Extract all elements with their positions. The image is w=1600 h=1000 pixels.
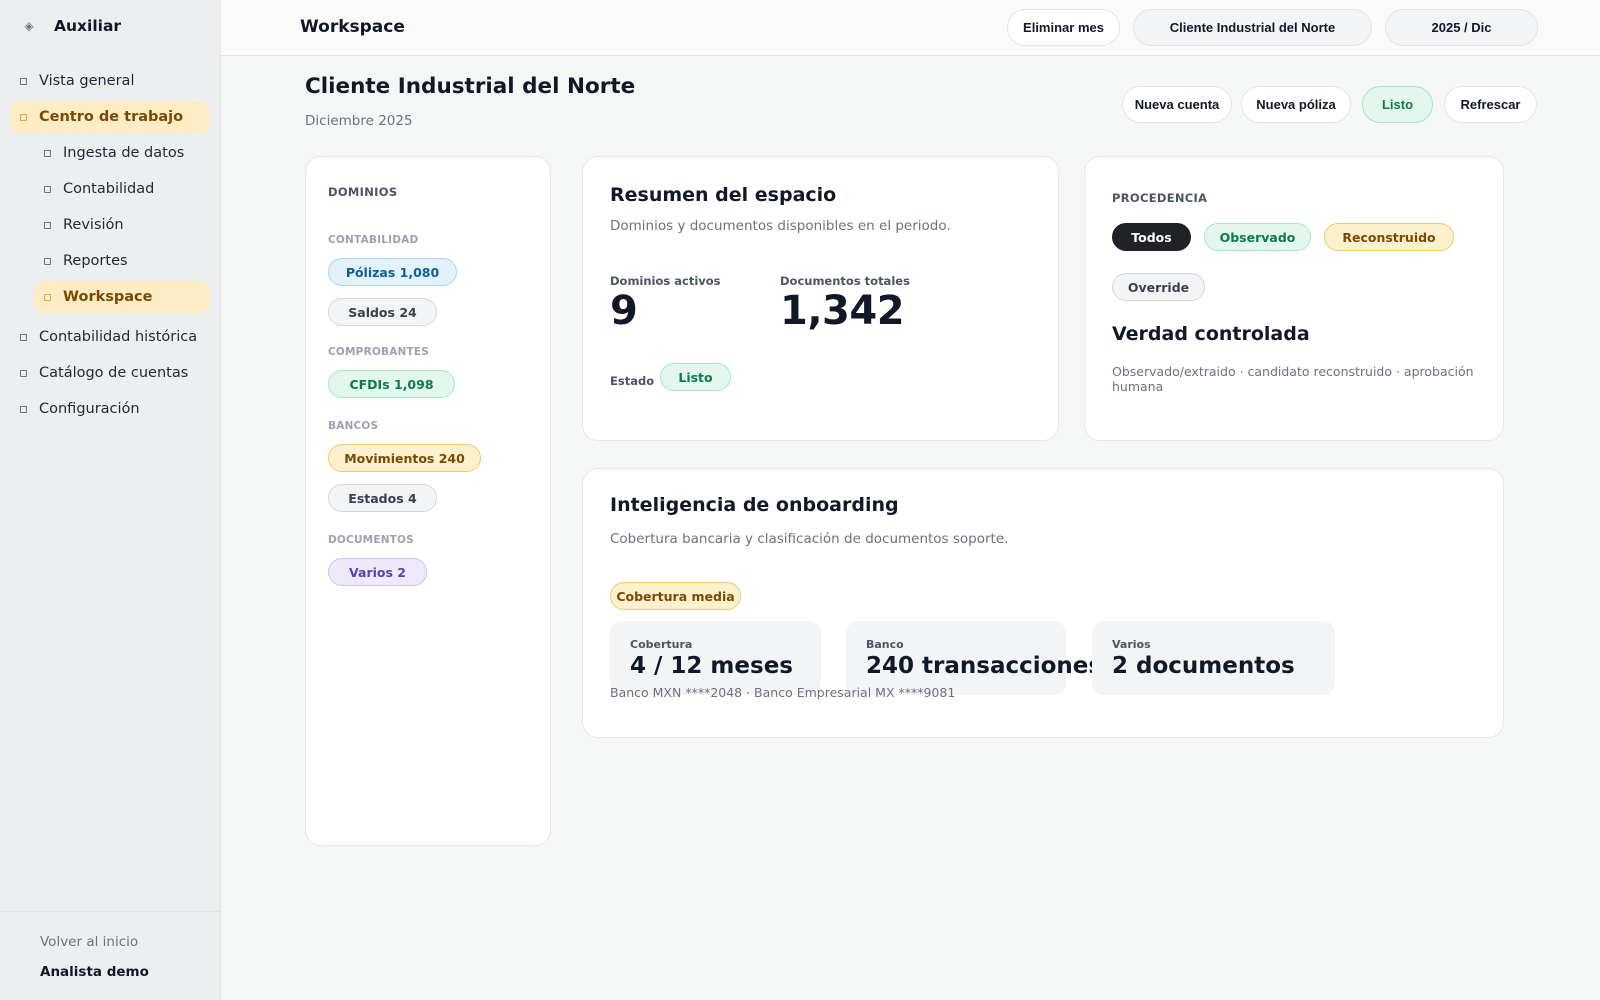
square-bullet-icon [44, 221, 51, 229]
filter-reconstruido[interactable]: Reconstruido [1324, 223, 1454, 251]
provenance-card: PROCEDENCIA Todos Observado Reconstruido… [1084, 156, 1504, 441]
bank-value: 240 transacciones [866, 653, 1103, 679]
active-domains-label: Dominios activos [610, 274, 721, 288]
sidebar-item-reportes[interactable]: Reportes [34, 245, 210, 277]
ready-button[interactable]: Listo [1362, 86, 1433, 123]
back-home-link[interactable]: Volver al inicio [40, 934, 138, 950]
total-documents-value: 1,342 [780, 288, 905, 334]
onboarding-description: Cobertura bancaria y clasificación de do… [610, 531, 1009, 547]
page-subtitle: Diciembre 2025 [305, 113, 413, 129]
domain-chip-varios[interactable]: Varios 2 [328, 558, 427, 586]
provenance-heading: Verdad controlada [1112, 323, 1310, 345]
sidebar-item-workspace[interactable]: Workspace [34, 281, 210, 313]
domains-card: DOMINIOS CONTABILIDAD Pólizas 1,080 Sald… [305, 156, 551, 846]
sidebar-item-revision[interactable]: Revisión [34, 209, 210, 241]
page-title: Cliente Industrial del Norte [305, 74, 636, 99]
coverage-label: Cobertura [630, 638, 693, 651]
square-bullet-icon [44, 185, 51, 193]
brand[interactable]: ◈ Auxiliar [22, 17, 121, 35]
sidebar-item-label: Contabilidad [63, 181, 155, 197]
square-bullet-icon [20, 113, 27, 121]
status-badge: Listo [660, 363, 731, 391]
refresh-button[interactable]: Refrescar [1444, 86, 1537, 123]
onboarding-title: Inteligencia de onboarding [610, 494, 899, 516]
provenance-description: Observado/extraido · candidato reconstru… [1112, 364, 1474, 394]
delete-month-button[interactable]: Eliminar mes [1007, 9, 1120, 46]
group-label: CONTABILIDAD [328, 234, 419, 246]
diamond-logo-icon: ◈ [24, 19, 34, 33]
bank-label: Banco [866, 638, 904, 651]
domains-title: DOMINIOS [328, 185, 398, 199]
sidebar-item-label: Ingesta de datos [63, 145, 185, 161]
bank-accounts-note: Banco MXN ****2048 · Banco Empresarial M… [610, 685, 956, 700]
provenance-title: PROCEDENCIA [1112, 191, 1208, 205]
filter-override[interactable]: Override [1112, 273, 1205, 301]
domain-chip-saldos[interactable]: Saldos 24 [328, 298, 437, 326]
sidebar-item-catalogo-de-cuentas[interactable]: Catálogo de cuentas [10, 357, 210, 389]
coverage-tile: Cobertura 4 / 12 meses [610, 621, 821, 695]
square-bullet-icon [44, 293, 51, 301]
sidebar-footer: Volver al inicio Analista demo [0, 911, 221, 1000]
summary-card: Resumen del espacio Dominios y documento… [582, 156, 1059, 441]
coverage-value: 4 / 12 meses [630, 653, 793, 679]
misc-tile: Varios 2 documentos [1092, 621, 1335, 695]
sidebar-item-label: Vista general [39, 73, 135, 89]
domain-chip-cfdis[interactable]: CFDIs 1,098 [328, 370, 455, 398]
sidebar-item-label: Configuración [39, 401, 140, 417]
status-label: Estado [610, 374, 655, 388]
filter-observado[interactable]: Observado [1204, 223, 1311, 251]
summary-title: Resumen del espacio [610, 184, 837, 206]
sidebar-item-configuracion[interactable]: Configuración [10, 393, 210, 425]
client-selector[interactable]: Cliente Industrial del Norte [1133, 9, 1372, 46]
sidebar-item-label: Workspace [63, 289, 153, 305]
sidebar-item-vista-general[interactable]: Vista general [10, 65, 210, 97]
total-documents-label: Documentos totales [780, 274, 910, 288]
group-label: BANCOS [328, 420, 379, 432]
square-bullet-icon [44, 149, 51, 157]
sidebar-item-contabilidad[interactable]: Contabilidad [34, 173, 210, 205]
square-bullet-icon [44, 257, 51, 265]
period-selector[interactable]: 2025 / Dic [1385, 9, 1538, 46]
bank-tile: Banco 240 transacciones [846, 621, 1102, 695]
new-account-button[interactable]: Nueva cuenta [1122, 86, 1232, 123]
domain-chip-movimientos[interactable]: Movimientos 240 [328, 444, 481, 472]
filter-todos[interactable]: Todos [1112, 223, 1191, 251]
top-bar: Workspace Eliminar mes Cliente Industria… [221, 0, 1600, 56]
sidebar-item-label: Catálogo de cuentas [39, 365, 189, 381]
sidebar: ◈ Auxiliar Vista general Centro de traba… [0, 0, 221, 1000]
user-name[interactable]: Analista demo [40, 964, 149, 980]
sidebar-item-ingesta-de-datos[interactable]: Ingesta de datos [34, 137, 210, 169]
misc-label: Varios [1112, 638, 1151, 651]
square-bullet-icon [20, 333, 27, 341]
new-policy-button[interactable]: Nueva póliza [1241, 86, 1351, 123]
domain-chip-polizas[interactable]: Pólizas 1,080 [328, 258, 457, 286]
coverage-badge: Cobertura media [610, 582, 741, 610]
group-label: DOCUMENTOS [328, 534, 414, 546]
sidebar-item-label: Reportes [63, 253, 128, 269]
sidebar-item-contabilidad-historica[interactable]: Contabilidad histórica [10, 321, 210, 353]
sidebar-item-label: Centro de trabajo [39, 109, 184, 125]
square-bullet-icon [20, 77, 27, 85]
domain-chip-estados[interactable]: Estados 4 [328, 484, 437, 512]
sidebar-item-label: Revisión [63, 217, 124, 233]
topbar-title: Workspace [300, 17, 405, 37]
summary-description: Dominios y documentos disponibles en el … [610, 218, 951, 234]
square-bullet-icon [20, 405, 27, 413]
square-bullet-icon [20, 369, 27, 377]
group-label: COMPROBANTES [328, 346, 430, 358]
brand-name: Auxiliar [54, 17, 122, 35]
sidebar-item-centro-de-trabajo[interactable]: Centro de trabajo [10, 101, 210, 133]
active-domains-value: 9 [610, 288, 638, 334]
sidebar-item-label: Contabilidad histórica [39, 329, 198, 345]
misc-value: 2 documentos [1112, 653, 1295, 679]
